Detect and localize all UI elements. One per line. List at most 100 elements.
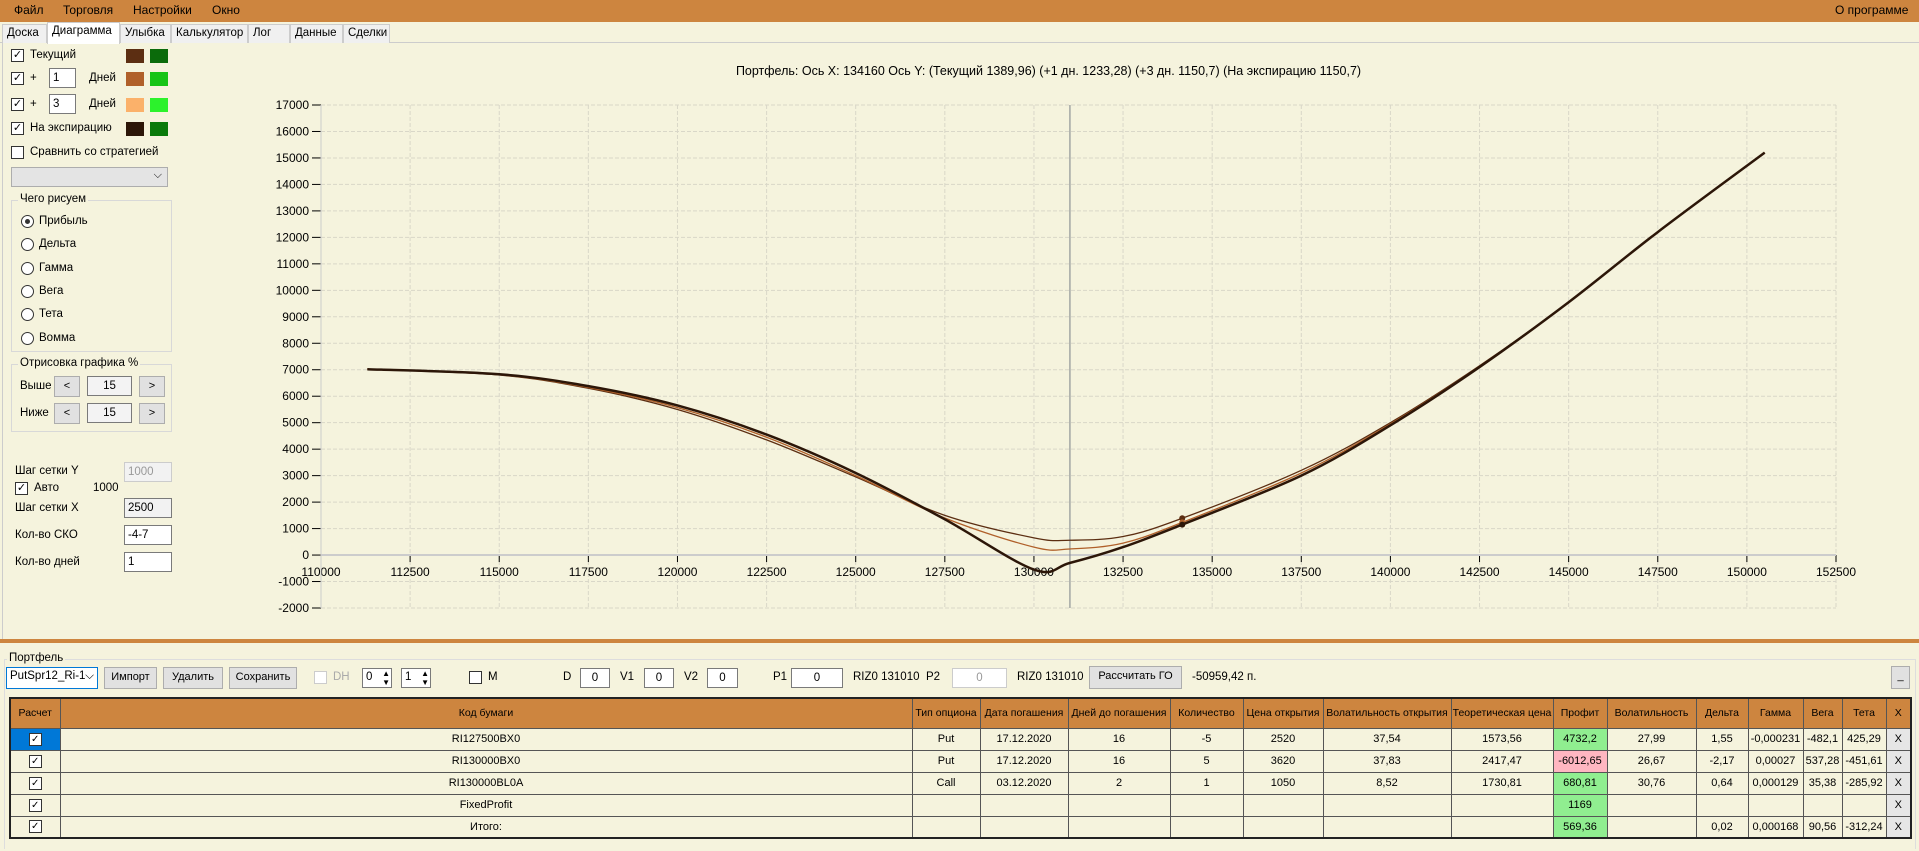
- calc-checkbox[interactable]: ✓: [28, 754, 42, 768]
- calc-checkbox-cell[interactable]: ✓: [9, 749, 61, 773]
- save-button[interactable]: Сохранить: [229, 667, 297, 689]
- menu-settings[interactable]: Настройки: [133, 3, 192, 17]
- profit-chart[interactable]: 110000 112500 115000 117500 120000 122500 1250…: [178, 43, 1919, 639]
- remove-row-button[interactable]: X: [1885, 793, 1912, 817]
- remove-row-button[interactable]: X: [1885, 727, 1912, 751]
- column-header[interactable]: Профит: [1552, 697, 1608, 729]
- column-header[interactable]: Цена открытия: [1242, 697, 1324, 729]
- calc-checkbox[interactable]: ✓: [28, 776, 42, 790]
- day1-color2-swatch[interactable]: [150, 72, 168, 86]
- calc-checkbox-cell[interactable]: ✓: [9, 815, 61, 839]
- calc-checkbox[interactable]: ✓: [28, 798, 42, 812]
- tab-deals[interactable]: Сделки: [343, 24, 390, 43]
- below-increase-button[interactable]: >: [139, 403, 165, 424]
- menu-file[interactable]: Файл: [14, 3, 44, 17]
- radio-0[interactable]: [21, 215, 34, 228]
- v1-input[interactable]: [644, 668, 674, 688]
- above-increase-button[interactable]: >: [139, 376, 165, 397]
- portfolio-combo[interactable]: PutSpr12_Ri-1 ⌵: [6, 667, 98, 689]
- tab-log[interactable]: Лог: [248, 24, 290, 43]
- spin-arrows-icon[interactable]: ▲ ▼: [421, 669, 429, 687]
- column-header[interactable]: Волатильность: [1606, 697, 1697, 729]
- grid-y-input[interactable]: [124, 462, 172, 482]
- strategy-combo[interactable]: ⌵: [11, 167, 168, 187]
- calc-checkbox-cell[interactable]: ✓: [9, 771, 61, 795]
- spin0-stepper[interactable]: 0 ▲ ▼: [362, 668, 392, 688]
- column-header[interactable]: Волатильность открытия: [1322, 697, 1452, 729]
- tab-calculator[interactable]: Калькулятор: [171, 24, 248, 43]
- splitter[interactable]: [0, 639, 1919, 643]
- day3-checkbox[interactable]: ✓: [11, 98, 24, 111]
- column-header[interactable]: Вега: [1802, 697, 1843, 729]
- column-header[interactable]: Дата погашения: [979, 697, 1069, 729]
- column-header[interactable]: X: [1885, 697, 1912, 729]
- tab-diagram[interactable]: Диаграмма: [47, 22, 120, 44]
- calc-checkbox[interactable]: ✓: [28, 820, 42, 834]
- day1-checkbox[interactable]: ✓: [11, 72, 24, 85]
- current-checkbox[interactable]: ✓: [11, 49, 24, 62]
- import-button[interactable]: Импорт: [104, 667, 157, 689]
- column-header[interactable]: Расчет: [9, 697, 61, 729]
- expiration-checkbox[interactable]: ✓: [11, 122, 24, 135]
- minimize-button[interactable]: _: [1891, 666, 1910, 689]
- exp-color-swatch[interactable]: [126, 122, 144, 136]
- v2-input[interactable]: [707, 668, 738, 688]
- day3-color2-swatch[interactable]: [150, 98, 168, 112]
- m-checkbox[interactable]: [469, 671, 482, 684]
- menu-about[interactable]: О программе: [1835, 3, 1908, 17]
- current-color2-swatch[interactable]: [150, 49, 168, 63]
- above-input[interactable]: [87, 376, 132, 396]
- plus-label: +: [30, 72, 37, 84]
- day3-color-swatch[interactable]: [126, 98, 144, 112]
- tab-board[interactable]: Доска: [2, 24, 47, 43]
- radio-3[interactable]: [21, 284, 34, 298]
- p2-input[interactable]: [952, 668, 1007, 688]
- table-row[interactable]: ✓ FixedProfit 1169 X: [9, 793, 1912, 817]
- above-decrease-button[interactable]: <: [54, 376, 80, 397]
- exp-color2-swatch[interactable]: [150, 122, 168, 136]
- column-header[interactable]: Гамма: [1747, 697, 1804, 729]
- ndays-input[interactable]: [124, 552, 172, 572]
- day1-input[interactable]: [49, 68, 76, 88]
- radio-5[interactable]: [21, 331, 34, 345]
- calc-go-button[interactable]: Рассчитать ГО: [1089, 666, 1182, 689]
- tab-smile[interactable]: Улыбка: [120, 24, 171, 43]
- table-row[interactable]: ✓ RI127500BX0 Put 17.12.2020 16 -5 2520 37,54 15…: [9, 727, 1912, 751]
- table-row[interactable]: ✓ RI130000BL0A Call 03.12.2020 2 1 1050 8,52 173…: [9, 771, 1912, 795]
- column-header[interactable]: Код бумаги: [59, 697, 913, 729]
- table-row[interactable]: ✓ RI130000BX0 Put 17.12.2020 16 5 3620 37,83 241…: [9, 749, 1912, 773]
- column-header[interactable]: Дней до погашения: [1067, 697, 1171, 729]
- column-header[interactable]: Тип опциона: [911, 697, 981, 729]
- spin-arrows-icon[interactable]: ▲ ▼: [382, 669, 390, 687]
- remove-row-button[interactable]: X: [1885, 771, 1912, 795]
- calc-checkbox[interactable]: ✓: [28, 732, 42, 746]
- calc-checkbox-cell[interactable]: ✓: [9, 793, 61, 817]
- below-decrease-button[interactable]: <: [54, 403, 80, 424]
- radio-2[interactable]: [21, 261, 34, 275]
- menu-window[interactable]: Окно: [212, 3, 240, 17]
- spin1-stepper[interactable]: 1 ▲ ▼: [401, 668, 431, 688]
- tab-data[interactable]: Данные: [290, 24, 343, 43]
- column-header[interactable]: Дельта: [1695, 697, 1749, 729]
- dh-checkbox[interactable]: [314, 671, 327, 684]
- menu-trade[interactable]: Торговля: [63, 3, 113, 17]
- column-header[interactable]: Тета: [1841, 697, 1887, 729]
- table-row[interactable]: ✓ Итого: 569,36 0,02 0,000168 90,56 -312,24 X: [9, 815, 1912, 839]
- current-color-swatch[interactable]: [126, 49, 144, 63]
- remove-row-button[interactable]: X: [1885, 749, 1912, 773]
- below-input[interactable]: [87, 403, 132, 423]
- column-header[interactable]: Теоретическая цена: [1450, 697, 1554, 729]
- grid-x-input[interactable]: [124, 498, 172, 518]
- day3-input[interactable]: [49, 94, 76, 114]
- calc-checkbox-cell[interactable]: ✓: [9, 727, 61, 751]
- d-input[interactable]: [580, 668, 610, 688]
- remove-row-button[interactable]: X: [1885, 815, 1912, 839]
- day1-color-swatch[interactable]: [126, 72, 144, 86]
- auto-checkbox[interactable]: ✓: [15, 482, 28, 495]
- table-cell: 0,02: [1695, 815, 1749, 839]
- column-header[interactable]: Количество: [1169, 697, 1244, 729]
- sko-input[interactable]: [124, 525, 172, 545]
- p1-input[interactable]: [791, 668, 843, 688]
- delete-button[interactable]: Удалить: [163, 667, 223, 689]
- compare-checkbox[interactable]: [11, 146, 24, 159]
